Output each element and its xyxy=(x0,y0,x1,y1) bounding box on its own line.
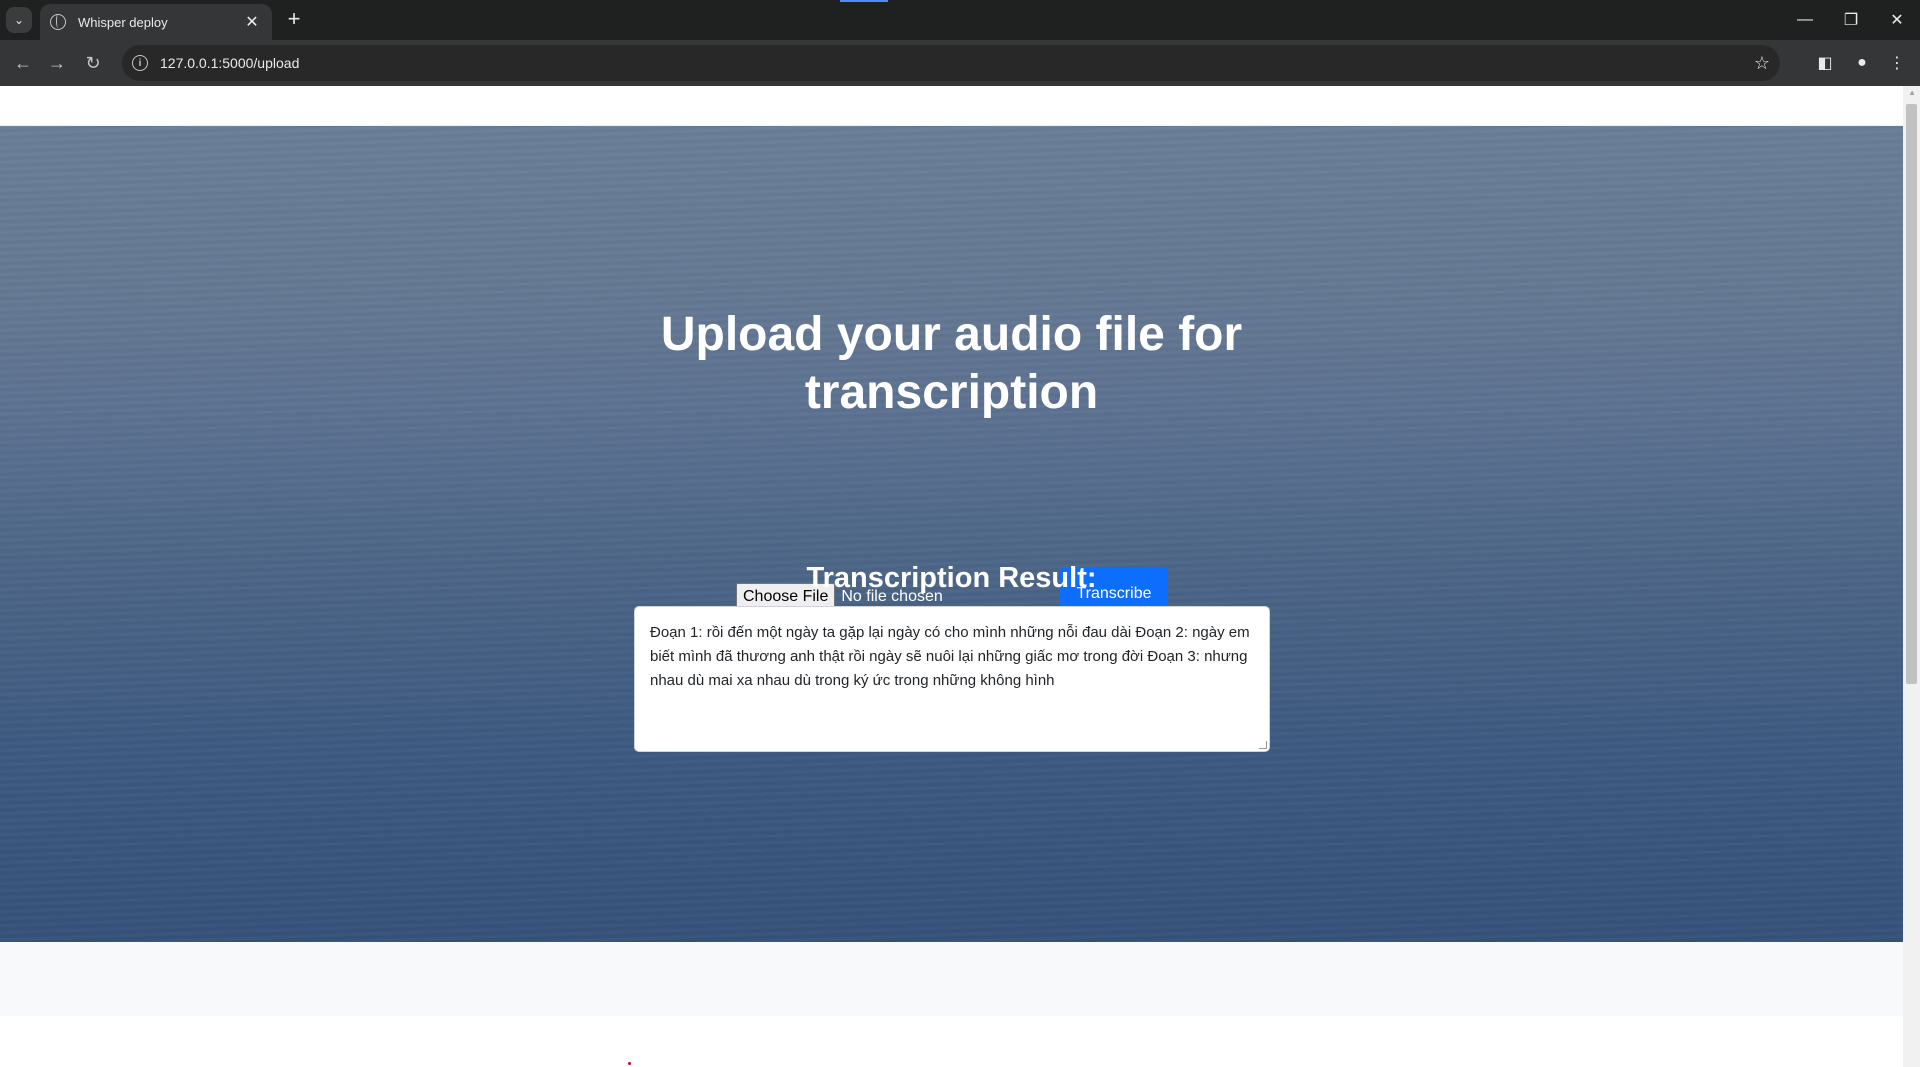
close-icon[interactable]: ✕ xyxy=(242,12,262,32)
side-panel-icon[interactable]: ◧ xyxy=(1810,48,1840,78)
globe-icon xyxy=(50,14,66,30)
transcription-result-textarea[interactable]: Đoạn 1: rồi đến một ngày ta gặp lại ngày… xyxy=(634,606,1270,752)
window-controls: — ❐ ✕ xyxy=(1782,0,1920,40)
browser-tab[interactable]: Whisper deploy ✕ xyxy=(40,4,272,40)
scrollbar-thumb[interactable] xyxy=(1906,104,1917,684)
tab-search-icon[interactable]: ⌄ xyxy=(6,7,32,33)
page-navbar xyxy=(0,86,1903,126)
new-tab-icon[interactable]: + xyxy=(282,8,306,30)
reload-icon[interactable]: ↻ xyxy=(78,48,108,78)
url-text[interactable]: 127.0.0.1:5000/upload xyxy=(160,55,1744,71)
minimize-icon[interactable]: — xyxy=(1782,0,1828,40)
bookmark-star-icon[interactable]: ☆ xyxy=(1744,53,1780,74)
stray-dot xyxy=(628,1062,631,1065)
browser-tabstrip: ⌄ Whisper deploy ✕ + — ❐ ✕ xyxy=(0,0,1920,40)
back-icon[interactable]: ← xyxy=(8,48,38,78)
result-heading: Transcription Result: xyxy=(806,562,1097,594)
restore-icon[interactable]: ❐ xyxy=(1828,0,1874,40)
scroll-up-icon[interactable]: ▲ xyxy=(1908,88,1916,97)
page-viewport: Upload your audio file for transcription… xyxy=(0,86,1920,1067)
loading-indicator xyxy=(840,0,888,2)
vertical-scrollbar[interactable]: ▲ xyxy=(1903,86,1920,1067)
browser-toolbar: ← → ↻ i 127.0.0.1:5000/upload ☆ ◧ ● ⋮ xyxy=(0,40,1920,86)
tab-title: Whisper deploy xyxy=(78,14,168,30)
menu-dots-icon[interactable]: ⋮ xyxy=(1882,48,1912,78)
site-info-icon[interactable]: i xyxy=(132,55,148,71)
address-bar[interactable]: i 127.0.0.1:5000/upload ☆ xyxy=(122,45,1780,81)
forward-icon[interactable]: → xyxy=(42,48,72,78)
page-footer xyxy=(0,942,1903,1016)
page-title-line2: transcription xyxy=(804,366,1099,419)
page-title: Upload your audio file for transcription xyxy=(0,306,1903,422)
window-close-icon[interactable]: ✕ xyxy=(1874,0,1920,40)
page-title-line1: Upload your audio file for xyxy=(660,308,1243,361)
transcription-result-text: Đoạn 1: rồi đến một ngày ta gặp lại ngày… xyxy=(650,624,1250,689)
resize-handle-icon[interactable] xyxy=(1259,741,1267,749)
profile-icon[interactable]: ● xyxy=(1847,48,1877,78)
hero-section: Upload your audio file for transcription… xyxy=(0,126,1903,942)
